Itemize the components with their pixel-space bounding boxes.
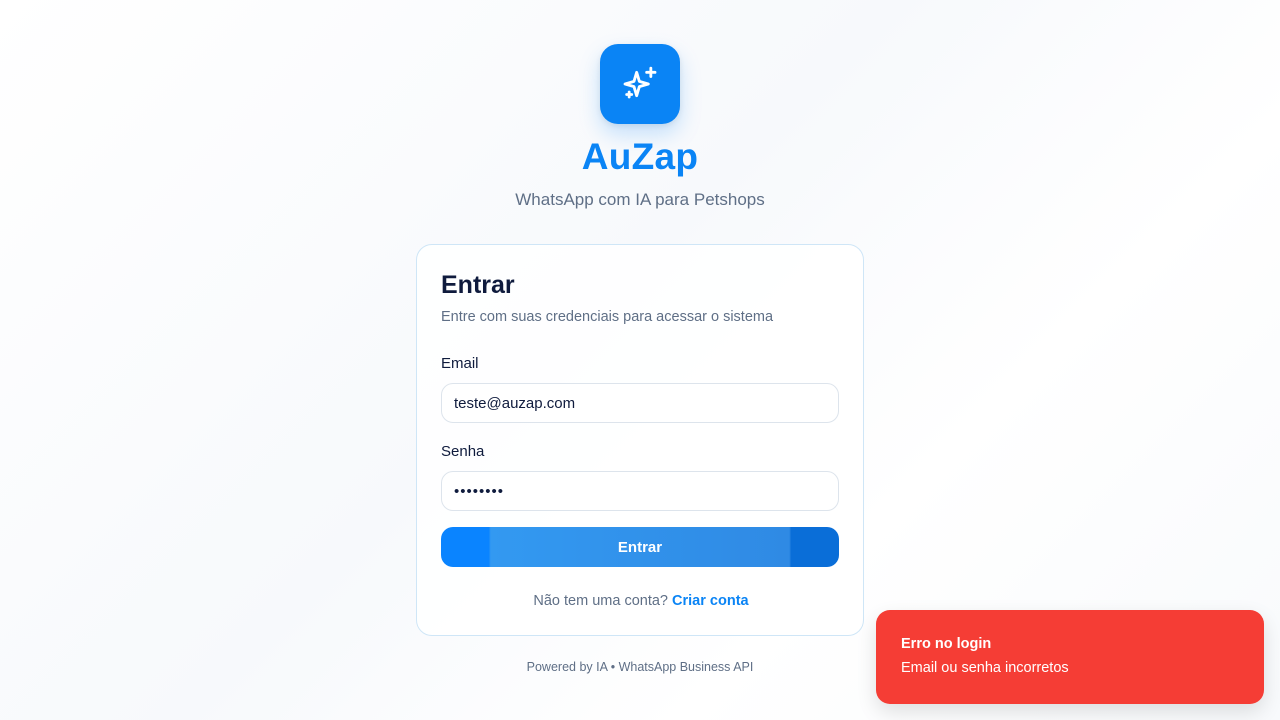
- sparkles-icon: [623, 66, 657, 99]
- app-logo: [600, 44, 680, 124]
- signup-link[interactable]: Criar conta: [672, 593, 749, 609]
- email-label: Email: [441, 355, 479, 372]
- password-label: Senha: [441, 443, 485, 460]
- submit-button[interactable]: Entrar: [441, 527, 839, 567]
- submit-button-label: Entrar: [617, 538, 663, 556]
- app-tagline: WhatsApp com IA para Petshops: [515, 190, 765, 209]
- email-field[interactable]: teste@auzap.com: [441, 383, 839, 423]
- error-toast[interactable]: Erro no login Email ou senha incorretos: [876, 610, 1264, 704]
- login-title: Entrar: [441, 271, 515, 299]
- login-card: Entrar Entre com suas credenciais para a…: [416, 244, 864, 636]
- signup-row: Não tem uma conta? Criar conta: [417, 593, 865, 609]
- signup-prompt: Não tem uma conta?: [533, 593, 668, 609]
- toast-message: Email ou senha incorretos: [901, 660, 1069, 676]
- password-field-value: ••••••••: [454, 482, 505, 500]
- password-field[interactable]: ••••••••: [441, 471, 839, 511]
- toast-title: Erro no login: [901, 636, 992, 652]
- app-name: AuZap: [581, 136, 699, 177]
- email-field-value: teste@auzap.com: [454, 394, 576, 412]
- login-subtitle: Entre com suas credenciais para acessar …: [441, 309, 774, 325]
